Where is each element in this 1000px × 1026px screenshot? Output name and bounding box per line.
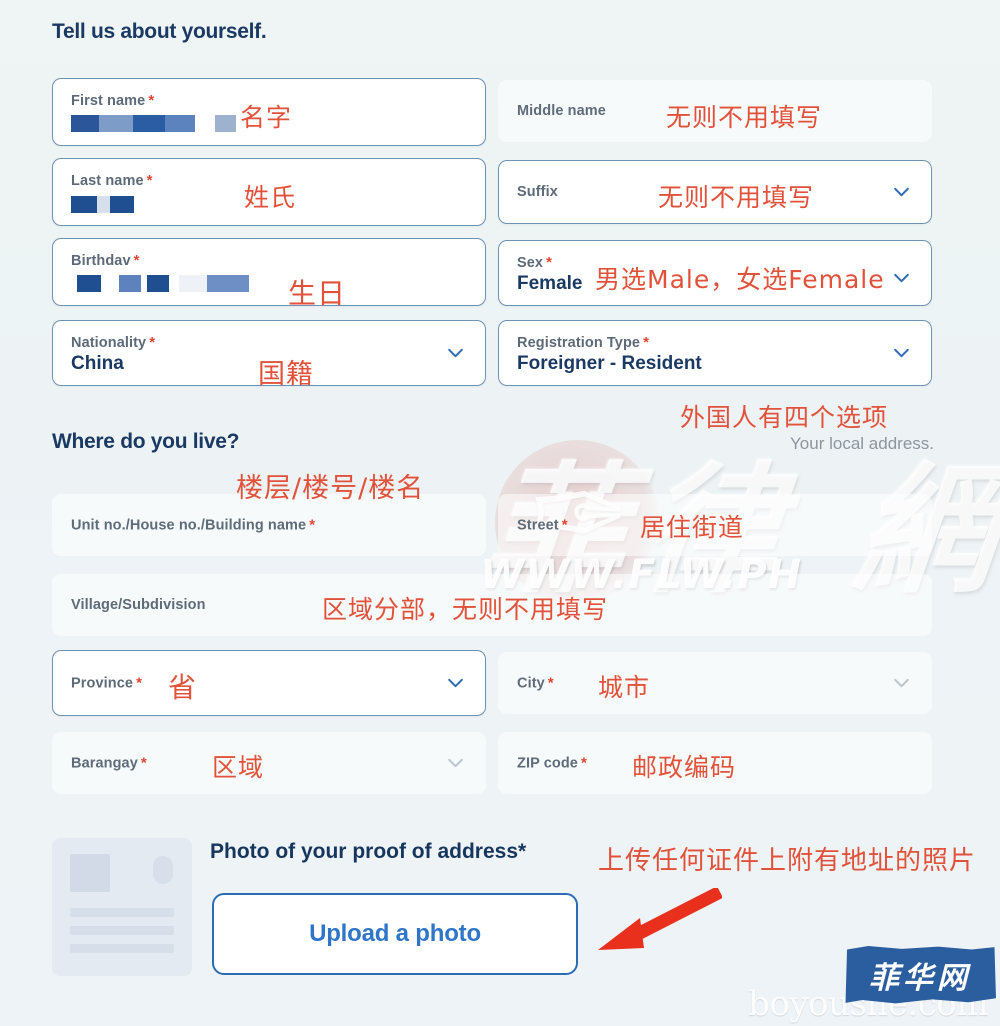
first-name-annotation: 名字 [240, 103, 293, 132]
nationality-annotation: 国籍 [258, 359, 314, 390]
thumbnail-seal-placeholder [153, 856, 173, 884]
thumbnail-line [70, 944, 174, 953]
chevron-down-icon[interactable] [892, 344, 911, 363]
province-label: Province * [71, 674, 142, 692]
required-asterisk: * [133, 252, 140, 269]
proof-of-address-thumbnail [52, 838, 192, 976]
first-name-redacted-value [71, 115, 236, 132]
barangay-field[interactable]: Barangay * [52, 732, 486, 794]
birthday-label: Birthdav * [71, 252, 140, 269]
chevron-down-icon[interactable] [892, 674, 911, 693]
sex-value: Female [517, 273, 583, 294]
province-field[interactable]: Province * [52, 650, 486, 716]
required-asterisk: * [309, 516, 316, 534]
brand-logo-text: 菲华网 [869, 961, 971, 996]
upload-annotation: 上传任何证件上附有地址的照片 [598, 846, 977, 876]
first-name-label: First name * [71, 92, 155, 109]
city-field[interactable]: City * [498, 652, 932, 714]
city-label: City * [517, 674, 554, 692]
registration-form-page: 菲律 網 ✑ WWW.FLW.PH Tell us about yourself… [0, 0, 1000, 1026]
required-asterisk: * [148, 92, 155, 109]
brand-logo-badge: 菲华网 [845, 946, 996, 1004]
birthday-redacted-value [77, 275, 249, 292]
unit-no-label: Unit no./House no./Building name * [71, 516, 316, 534]
chevron-down-icon[interactable] [892, 269, 911, 288]
village-subdivision-annotation: 区域分部，无则不用填写 [322, 595, 609, 624]
required-asterisk: * [146, 172, 153, 189]
barangay-label: Barangay * [71, 754, 147, 772]
last-name-redacted-value [71, 196, 134, 213]
birthday-field[interactable]: Birthdav * [52, 238, 486, 306]
section-title-where-you-live: Where do you live? [52, 430, 240, 453]
thumbnail-line [70, 926, 174, 935]
registration-type-annotation: 外国人有四个选项 [680, 403, 889, 432]
thumbnail-line [70, 908, 174, 917]
sex-label: Sex * [517, 254, 553, 271]
required-asterisk: * [136, 674, 142, 692]
barangay-annotation: 区域 [212, 753, 265, 782]
street-annotation: 居住街道 [640, 513, 745, 542]
registration-type-value: Foreigner - Resident [517, 353, 702, 374]
required-asterisk: * [546, 254, 553, 271]
nationality-label: Nationality * [71, 334, 156, 351]
required-asterisk: * [561, 516, 568, 534]
required-asterisk: * [518, 840, 527, 863]
required-asterisk: * [140, 754, 147, 772]
upload-button-label: Upload a photo [309, 920, 481, 947]
last-name-label: Last name * [71, 172, 153, 189]
middle-name-label: Middle name [517, 103, 606, 119]
province-annotation: 省 [168, 671, 198, 704]
registration-type-label: Registration Type * [517, 334, 650, 351]
middle-name-annotation: 无则不用填写 [666, 103, 823, 132]
village-subdivision-label: Village/Subdivision [71, 597, 206, 613]
chevron-down-icon[interactable] [446, 344, 465, 363]
last-name-annotation: 姓氏 [244, 183, 297, 212]
proof-of-address-label: Photo of your proof of address* [210, 840, 527, 863]
upload-a-photo-button[interactable]: Upload a photo [212, 893, 578, 975]
thumbnail-photo-placeholder [70, 854, 110, 892]
chevron-down-icon[interactable] [892, 183, 911, 202]
registration-type-field[interactable]: Registration Type * Foreigner - Resident [498, 320, 932, 386]
suffix-annotation: 无则不用填写 [658, 183, 815, 212]
birthday-annotation: 生日 [288, 277, 347, 310]
chevron-down-icon[interactable] [446, 754, 465, 773]
nationality-value: China [71, 353, 124, 374]
required-asterisk: * [547, 674, 554, 692]
unit-no-annotation: 楼层/楼号/楼名 [236, 473, 425, 504]
suffix-label: Suffix [517, 184, 558, 200]
required-asterisk: * [149, 334, 156, 351]
city-annotation: 城市 [598, 673, 651, 702]
zip-code-annotation: 邮政编码 [632, 753, 737, 782]
street-label: Street * [517, 516, 568, 534]
local-address-note: Your local address. [790, 434, 934, 453]
chevron-down-icon[interactable] [446, 674, 465, 693]
section-title-about-you: Tell us about yourself. [52, 20, 267, 43]
required-asterisk: * [580, 754, 587, 772]
zip-code-label: ZIP code * [517, 754, 587, 772]
required-asterisk: * [643, 334, 650, 351]
sex-annotation: 男选Male，女选Female [595, 265, 885, 294]
red-arrow-icon [598, 888, 722, 950]
